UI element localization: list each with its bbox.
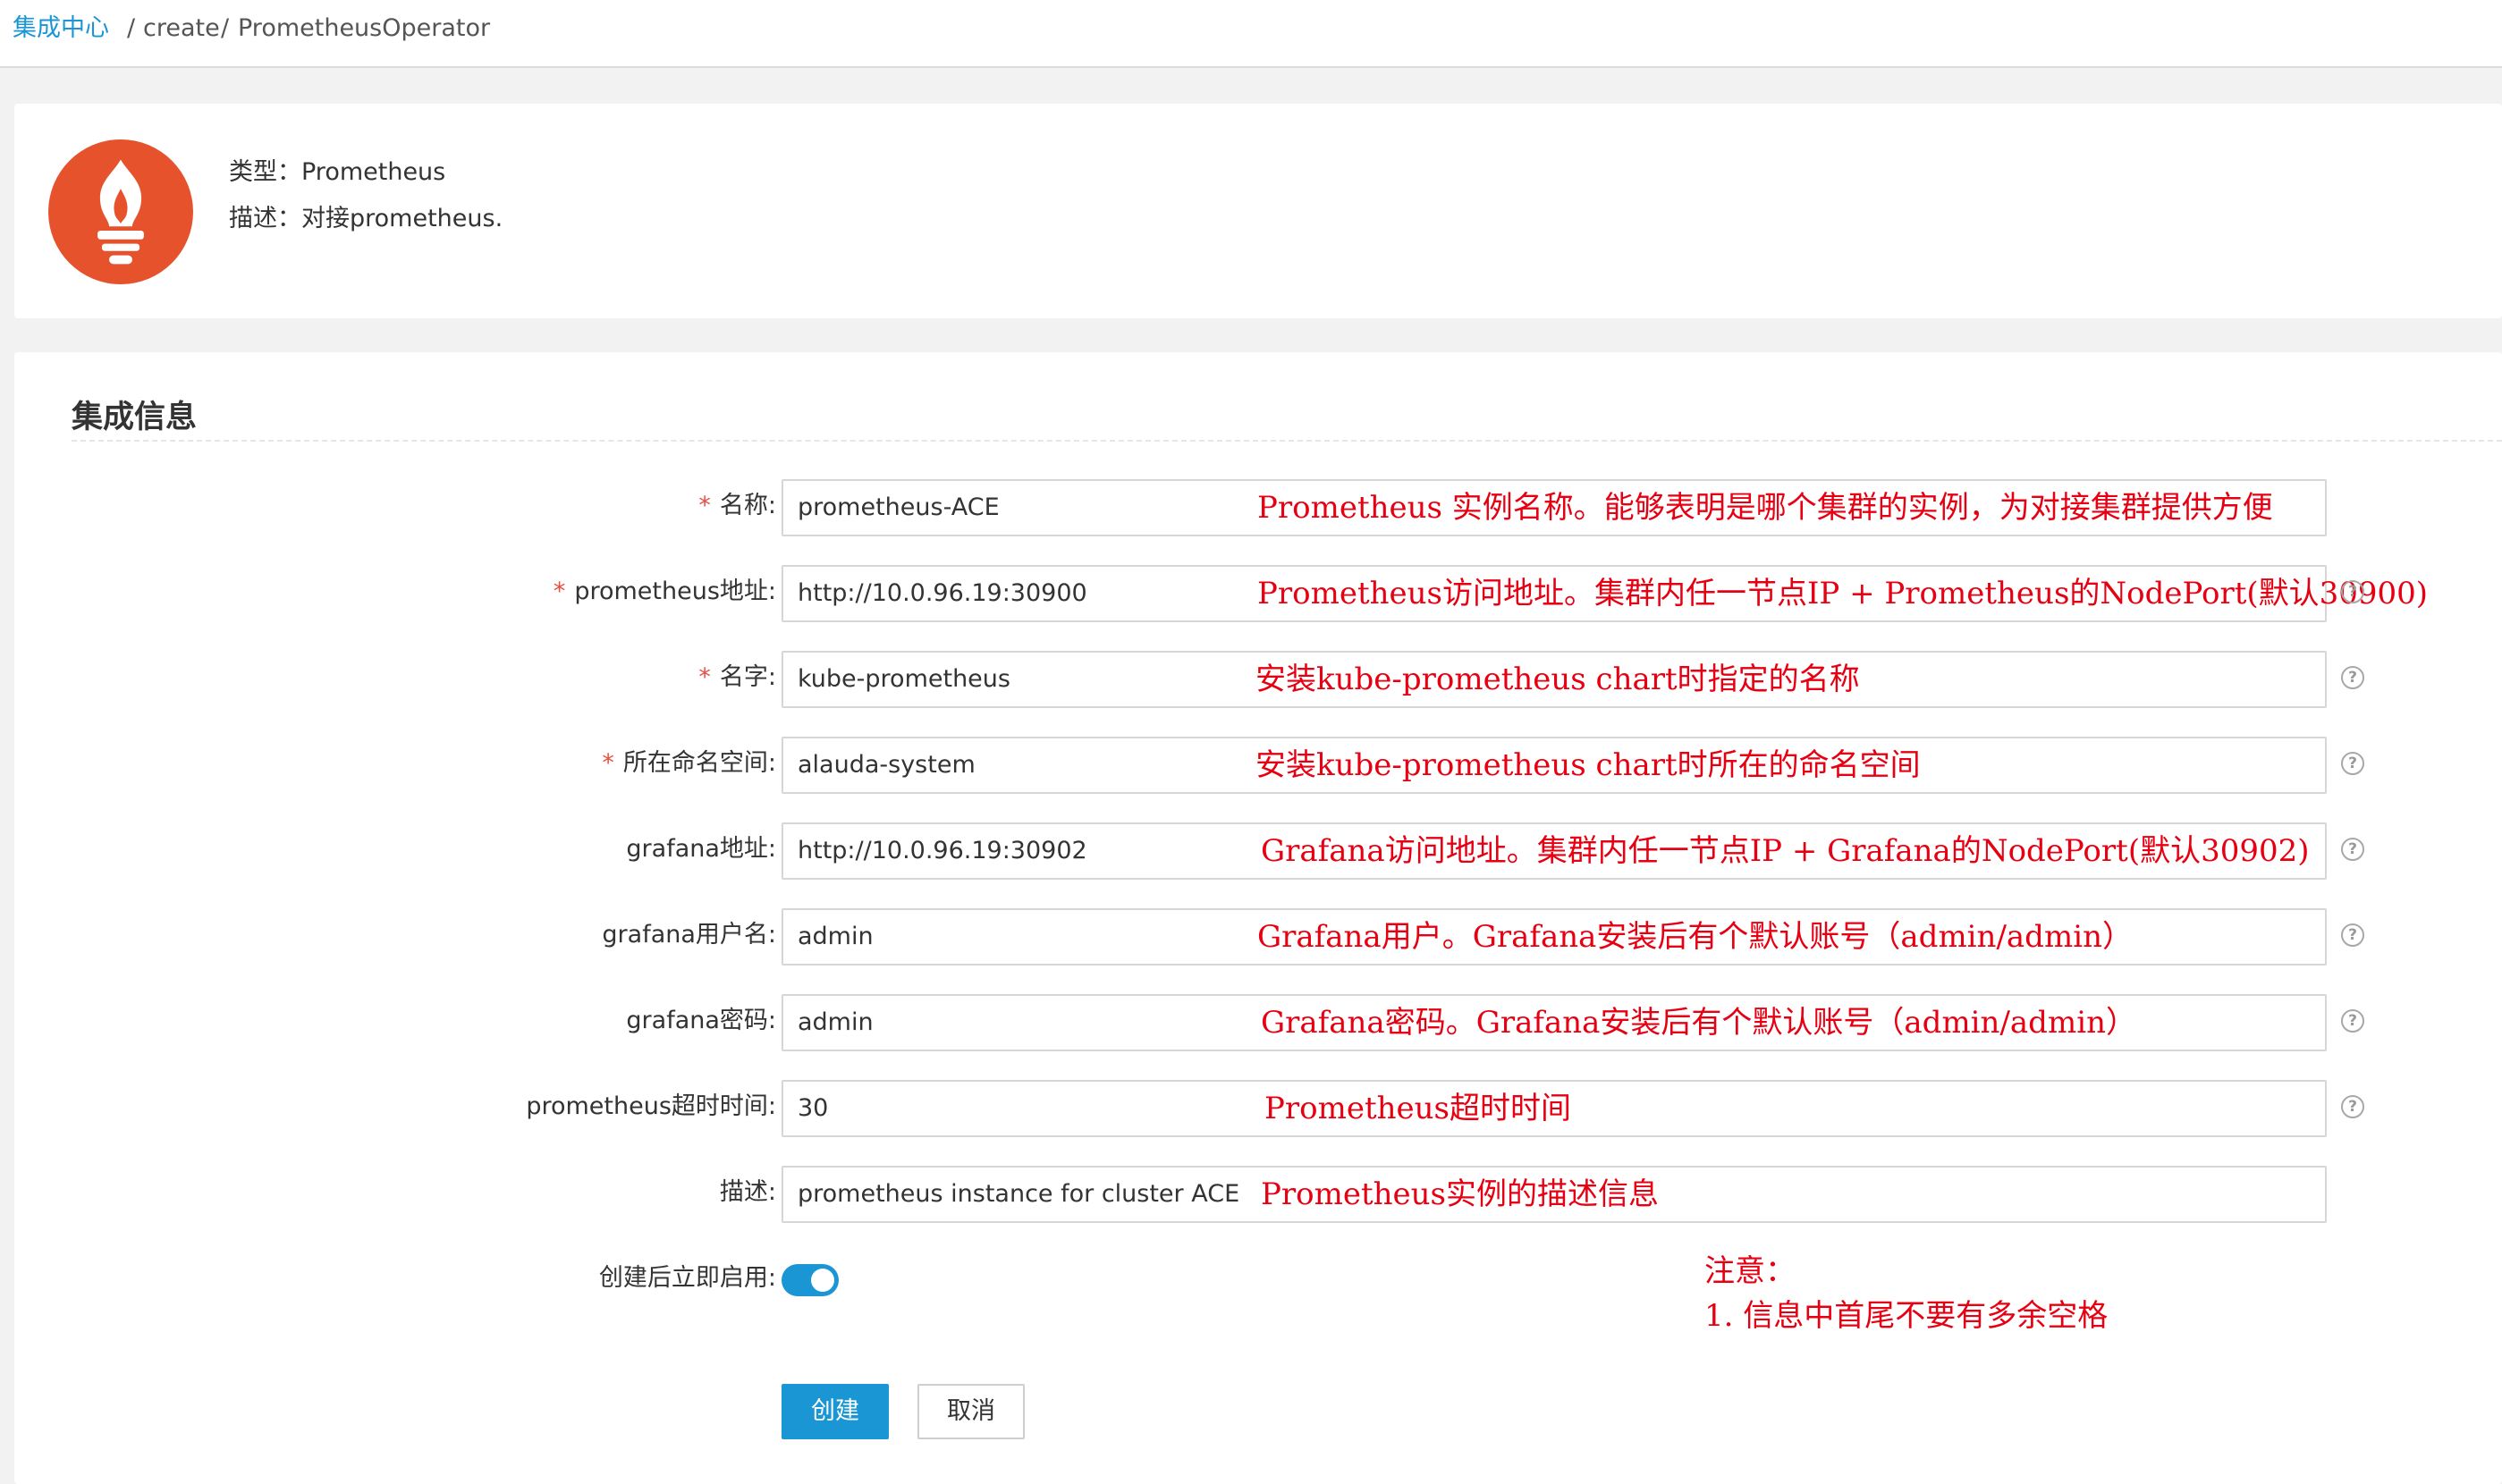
breadcrumb-current: PrometheusOperator bbox=[238, 14, 491, 42]
prometheus-timeout-label-text: prometheus超时时间: bbox=[526, 1092, 776, 1120]
help-icon[interactable]: ? bbox=[2341, 923, 2364, 947]
namespace-annotation: 安装kube-prometheus chart时所在的命名空间 bbox=[1255, 747, 1921, 783]
prometheus-timeout-annotation: Prometheus超时时间 bbox=[1264, 1091, 1571, 1126]
name-annotation: Prometheus 实例名称。能够表明是哪个集群的实例，为对接集群提供方便 bbox=[1257, 490, 2273, 526]
name-label-text: 名称: bbox=[719, 492, 776, 519]
required-mark: * bbox=[698, 492, 711, 519]
top-bar: 集成中心 / create / PrometheusOperator bbox=[0, 0, 2502, 68]
help-icon[interactable]: ? bbox=[2341, 1095, 2364, 1118]
grafana-address-annotation: Grafana访问地址。集群内任一节点IP + Grafana的NodePort… bbox=[1261, 833, 2310, 869]
form-row-description: 描述: prometheus instance for cluster ACE Pr… bbox=[0, 1166, 2502, 1223]
integration-description: 描述：对接prometheus. bbox=[229, 205, 503, 232]
grafana-address-label-text: grafana地址: bbox=[626, 835, 776, 863]
breadcrumb-create: create bbox=[143, 14, 220, 42]
chart-name-label-text: 名字: bbox=[719, 663, 776, 691]
prometheus-logo-icon bbox=[48, 139, 193, 284]
name-label: * 名称: bbox=[0, 479, 776, 536]
grafana-password-label: grafana密码: bbox=[0, 994, 776, 1051]
required-mark: * bbox=[602, 749, 614, 777]
grafana-username-annotation: Grafana用户。Grafana安装后有个默认账号（admin/admin） bbox=[1257, 919, 2133, 955]
description-label-text: 描述: bbox=[719, 1178, 776, 1206]
grafana-username-label: grafana用户名: bbox=[0, 908, 776, 965]
breadcrumb-home-link[interactable]: 集成中心 bbox=[13, 13, 109, 45]
help-icon[interactable]: ? bbox=[2341, 838, 2364, 861]
breadcrumb-separator: / bbox=[127, 14, 136, 42]
toggle-knob bbox=[811, 1269, 834, 1292]
help-icon[interactable]: ? bbox=[2341, 752, 2364, 775]
prometheus-address-label: * prometheus地址: bbox=[0, 565, 776, 622]
prometheus-address-label-text: prometheus地址: bbox=[574, 578, 776, 605]
section-divider bbox=[72, 440, 2502, 442]
create-button[interactable]: 创建 bbox=[782, 1384, 889, 1439]
description-annotation: Prometheus实例的描述信息 bbox=[1261, 1176, 1659, 1212]
enable-row: 创建后立即启用: bbox=[0, 1252, 2502, 1309]
help-icon[interactable]: ? bbox=[2341, 1009, 2364, 1033]
prometheus-address-annotation: Prometheus访问地址。集群内任一节点IP + Prometheus的No… bbox=[1257, 576, 2429, 611]
chart-name-annotation: 安装kube-prometheus chart时指定的名称 bbox=[1255, 662, 1860, 697]
grafana-username-label-text: grafana用户名: bbox=[602, 921, 776, 949]
namespace-label: * 所在命名空间: bbox=[0, 737, 776, 794]
note-line: 1. 信息中首尾不要有多余空格 bbox=[1704, 1298, 2109, 1334]
enable-toggle[interactable] bbox=[782, 1264, 839, 1296]
namespace-label-text: 所在命名空间: bbox=[622, 749, 776, 777]
help-icon[interactable]: ? bbox=[2341, 580, 2364, 603]
form-row-grafana-username: grafana用户名: admin Grafana用户。Grafana安装后有个默认… bbox=[0, 908, 2502, 965]
description-label: 描述: bbox=[0, 1166, 776, 1223]
form-row-prometheus-address: * prometheus地址: http://10.0.96.19:30900 Pro… bbox=[0, 565, 2502, 622]
integration-type: 类型：Prometheus bbox=[229, 158, 446, 186]
section-title: 集成信息 bbox=[72, 400, 198, 435]
grafana-password-annotation: Grafana密码。Grafana安装后有个默认账号（admin/admin） bbox=[1261, 1005, 2136, 1041]
note-title: 注意： bbox=[1704, 1253, 1796, 1289]
chart-name-label: * 名字: bbox=[0, 651, 776, 708]
breadcrumb-separator: / bbox=[221, 14, 230, 42]
form-row-chart-name: * 名字: kube-prometheus 安装kube-prometheus cha… bbox=[0, 651, 2502, 708]
cancel-button[interactable]: 取消 bbox=[917, 1384, 1025, 1439]
prometheus-timeout-label: prometheus超时时间: bbox=[0, 1080, 776, 1137]
help-icon[interactable]: ? bbox=[2341, 666, 2364, 689]
form-row-namespace: * 所在命名空间: alauda-system 安装kube-prometheus c… bbox=[0, 737, 2502, 794]
grafana-address-label: grafana地址: bbox=[0, 822, 776, 880]
enable-label: 创建后立即启用: bbox=[598, 1264, 776, 1292]
form-row-prometheus-timeout: prometheus超时时间: 30 Prometheus超时时间? bbox=[0, 1080, 2502, 1137]
form-row-grafana-password: grafana密码: admin Grafana密码。Grafana安装后有个默认账… bbox=[0, 994, 2502, 1051]
grafana-password-label-text: grafana密码: bbox=[626, 1007, 776, 1034]
form-row-grafana-address: grafana地址: http://10.0.96.19:30902 Grafana… bbox=[0, 822, 2502, 880]
form-row-name: * 名称: prometheus-ACE Prometheus 实例名称。能够表明是哪… bbox=[0, 479, 2502, 536]
required-mark: * bbox=[698, 663, 711, 691]
required-mark: * bbox=[553, 578, 566, 605]
